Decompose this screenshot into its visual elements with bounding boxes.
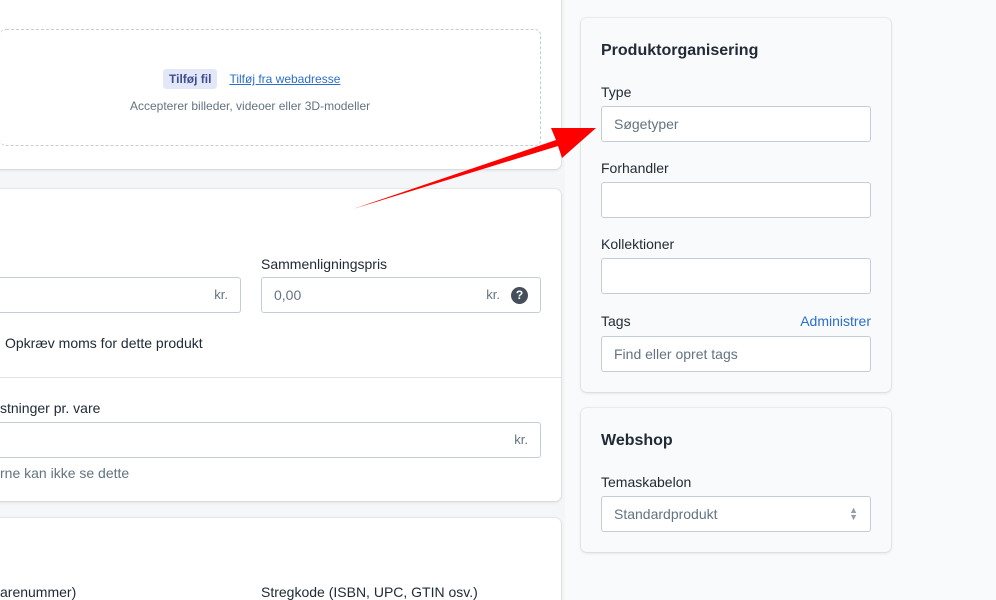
inventory-heading-stub [0,544,4,558]
product-organization-title: Produktorganisering [601,42,759,59]
inventory-card: arenummer) Stregkode (ISBN, UPC, GTIN os… [0,518,561,600]
tags-placeholder: Find eller opret tags [614,346,738,362]
cost-per-item-input[interactable]: kr. [0,422,541,458]
cost-per-item-label: stninger pr. vare [0,400,101,416]
tags-input[interactable]: Find eller opret tags [601,336,871,372]
upload-actions: Tilføj fil Tilføj fra webadresse [163,69,340,89]
vendor-label: Forhandler [601,160,669,176]
chevron-up-down-icon: ▲ ▼ [849,505,858,522]
price-currency-suffix: kr. [214,287,228,302]
charge-tax-label[interactable]: Opkræv moms for dette produkt [5,335,203,351]
type-placeholder: Søgetyper [614,116,679,132]
compare-price-label: Sammenligningspris [261,256,388,272]
pricing-heading-stub [0,209,4,223]
type-label: Type [601,84,632,100]
price-input[interactable]: kr. [0,277,241,313]
type-input[interactable]: Søgetyper [601,106,871,142]
product-organization-card: Produktorganisering Type Søgetyper Forha… [581,18,891,392]
compare-price-input[interactable]: 0,00 kr. ? [261,277,541,313]
webshop-card: Webshop Temaskabelon Standardprodukt ▲ ▼ [581,408,891,552]
barcode-label: Stregkode (ISBN, UPC, GTIN osv.) [261,584,478,600]
tags-label: Tags [601,313,631,329]
accepted-formats-text: Accepterer billeder, videoer eller 3D-mo… [130,99,371,113]
sku-label: arenummer) [0,584,77,600]
compare-price-value: 0,00 [274,287,302,303]
cost-help-text: rne kan ikke se dette [0,465,130,481]
media-card: Tilføj fil Tilføj fra webadresse Accepte… [0,0,561,169]
pricing-card: kr. Sammenligningspris 0,00 kr. ? Opkræv… [0,189,561,501]
manage-tags-link[interactable]: Administrer [800,313,871,329]
sidebar-column: Produktorganisering Type Søgetyper Forha… [565,0,996,600]
vendor-input[interactable] [601,182,871,218]
webshop-title: Webshop [601,432,673,449]
pricing-divider [0,377,561,378]
cost-currency-suffix: kr. [514,432,528,447]
theme-template-select[interactable]: Standardprodukt ▲ ▼ [601,496,871,532]
collections-label: Kollektioner [601,236,675,252]
question-circle-icon[interactable]: ? [511,287,528,304]
theme-template-label: Temaskabelon [601,474,692,490]
theme-template-value: Standardprodukt [614,506,718,522]
compare-price-currency-suffix: kr. [486,287,500,302]
main-column: Tilføj fil Tilføj fra webadresse Accepte… [0,0,575,600]
add-from-url-link[interactable]: Tilføj fra webadresse [229,72,340,86]
add-file-button[interactable]: Tilføj fil [163,69,218,89]
collections-input[interactable] [601,258,871,294]
